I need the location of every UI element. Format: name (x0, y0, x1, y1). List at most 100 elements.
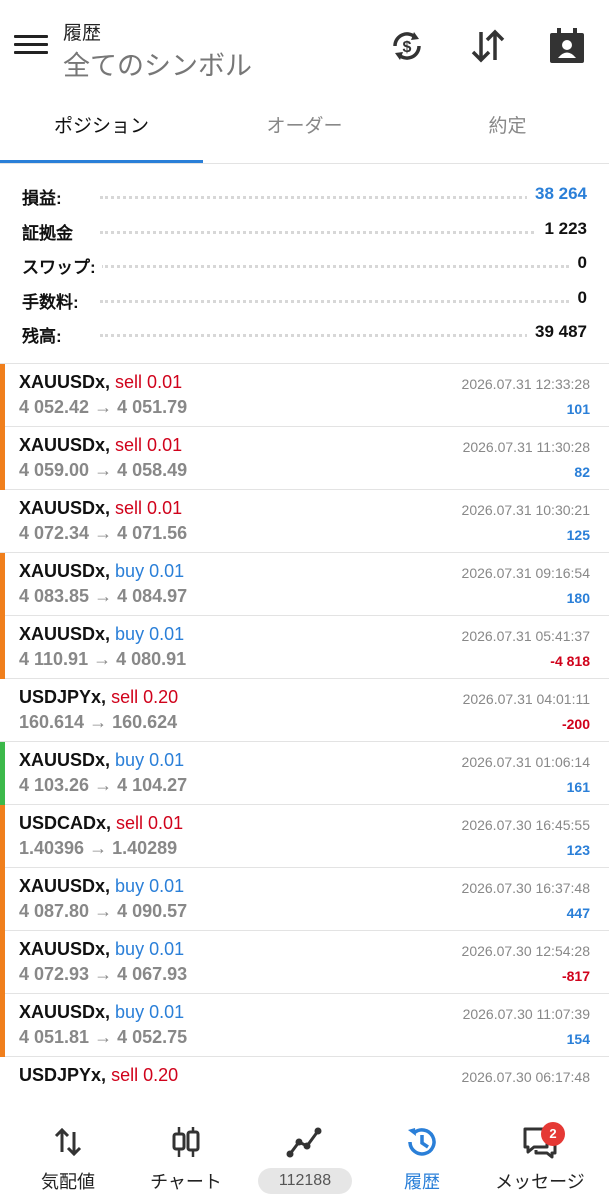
connection-status-pill: 112188 (258, 1168, 352, 1194)
price-range: 4 059.00 → 4 058.49 (19, 460, 188, 480)
summary-label: 手数料: (22, 287, 85, 313)
symbol-name: XAUUSDx, (19, 435, 111, 455)
symbol-name: USDCADx, (19, 813, 112, 833)
summary-value: 38 264 (527, 184, 587, 204)
symbol-name: XAUUSDx, (19, 750, 111, 770)
trade-side: buy 0.01 (115, 1002, 185, 1022)
summary-value: 1 223 (536, 218, 587, 239)
trade-side: buy 0.01 (115, 939, 185, 959)
symbol-name: USDJPYx, (19, 1065, 107, 1085)
symbol-filter[interactable]: 全てのシンボル (63, 44, 252, 83)
position-row[interactable]: XAUUSDx, sell 0.01 4 072.34 → 4 071.56 202… (0, 490, 609, 553)
nav-chart[interactable]: チャート (126, 1098, 246, 1200)
position-time: 2026.07.31 10:30:21 (461, 502, 590, 518)
price-range: 4 087.80 → 4 090.57 (19, 901, 188, 921)
position-profit: -4 818 (550, 653, 590, 669)
position-time: 2026.07.30 16:37:48 (461, 880, 590, 896)
position-row[interactable]: XAUUSDx, sell 0.01 4 059.00 → 4 058.49 202… (0, 427, 609, 490)
position-symbol: XAUUSDx, buy 0.01 (19, 750, 184, 771)
price-range: 1.40396 → 1.40289 (19, 838, 178, 858)
nav-quotes[interactable]: 気配値 (8, 1098, 128, 1200)
app-header: 履歴 全てのシンボル $ (0, 0, 609, 92)
dotted-leader (100, 299, 569, 303)
position-symbol: XAUUSDx, sell 0.01 (19, 435, 182, 456)
position-symbol: XAUUSDx, sell 0.01 (19, 498, 182, 519)
price-range: 4 072.34 → 4 071.56 (19, 523, 188, 543)
nav-label: 履歴 (404, 1172, 440, 1192)
position-profit: -200 (561, 716, 590, 732)
summary-value: 0 (569, 287, 587, 308)
menu-icon[interactable] (14, 30, 48, 60)
trade-side: sell 0.01 (115, 372, 183, 392)
nav-messages[interactable]: メッセージ (480, 1098, 600, 1200)
symbol-name: XAUUSDx, (19, 939, 111, 959)
symbol-name: XAUUSDx, (19, 1002, 111, 1022)
position-row[interactable]: XAUUSDx, sell 0.01 4 052.42 → 4 051.79 202… (0, 364, 609, 427)
price-range: 4 072.93 → 4 067.93 (19, 964, 188, 984)
position-time: 2026.07.30 12:54:28 (461, 943, 590, 959)
summary-label: 残高: (22, 322, 68, 347)
trade-side: sell 0.01 (115, 498, 183, 518)
position-time: 2026.07.31 09:16:54 (461, 565, 590, 581)
price-range: 4 052.42 → 4 051.79 (19, 397, 188, 417)
summary-row-profit: 損益: 38 264 (0, 180, 609, 215)
page-title: 履歴 (63, 23, 102, 44)
price-range: 4 110.91 → 4 080.91 (19, 649, 187, 669)
price-range: 4 051.81 → 4 052.75 (19, 1027, 188, 1047)
summary-label: スワップ: (22, 253, 102, 278)
positions-list[interactable]: XAUUSDx, sell 0.01 4 052.42 → 4 051.79 202… (0, 363, 609, 1098)
position-marker (0, 427, 5, 490)
symbol-name: XAUUSDx, (19, 876, 111, 896)
trade-side: buy 0.01 (115, 750, 185, 770)
trade-icon (286, 1127, 322, 1158)
messages-badge: 2 (541, 1122, 565, 1146)
position-row[interactable]: XAUUSDx, buy 0.01 4 110.91 → 4 080.91 2026… (0, 616, 609, 679)
currency-refresh-icon[interactable]: $ (387, 26, 427, 66)
nav-label: 気配値 (41, 1172, 95, 1192)
position-marker (0, 616, 5, 679)
calendar-contact-icon[interactable] (547, 26, 587, 66)
position-row[interactable]: XAUUSDx, buy 0.01 4 083.85 → 4 084.97 2026… (0, 553, 609, 616)
tab-positions[interactable]: ポジション (0, 92, 203, 162)
tab-bar: ポジション オーダー 約定 (0, 92, 609, 164)
position-row[interactable]: USDJPYx, sell 0.20 160.614 → 160.624 2026.… (0, 679, 609, 742)
trade-side: buy 0.01 (115, 624, 185, 644)
position-symbol: USDJPYx, sell 0.20 (19, 1065, 178, 1086)
position-row[interactable]: USDJPYx, sell 0.20 2026.07.30 06:17:48 (0, 1057, 609, 1098)
position-symbol: USDCADx, sell 0.01 (19, 813, 183, 834)
position-symbol: XAUUSDx, buy 0.01 (19, 876, 184, 897)
tab-deals[interactable]: 約定 (406, 92, 609, 162)
history-icon (408, 1128, 436, 1156)
position-time: 2026.07.31 12:33:28 (461, 376, 590, 392)
position-profit: 125 (566, 527, 590, 543)
position-row[interactable]: XAUUSDx, buy 0.01 4 087.80 → 4 090.57 2026… (0, 868, 609, 931)
summary-row-margin: 証拠金 1 223 (0, 215, 609, 250)
symbol-name: XAUUSDx, (19, 498, 111, 518)
trade-side: buy 0.01 (115, 876, 185, 896)
position-symbol: USDJPYx, sell 0.20 (19, 687, 178, 708)
position-row[interactable]: XAUUSDx, buy 0.01 4 103.26 → 4 104.27 2026… (0, 742, 609, 805)
position-marker (0, 994, 5, 1057)
position-row[interactable]: XAUUSDx, buy 0.01 4 051.81 → 4 052.75 2026… (0, 994, 609, 1057)
position-symbol: XAUUSDx, buy 0.01 (19, 1002, 184, 1023)
position-time: 2026.07.31 01:06:14 (461, 754, 590, 770)
trade-side: sell 0.01 (116, 813, 184, 833)
position-row[interactable]: XAUUSDx, buy 0.01 4 072.93 → 4 067.93 2026… (0, 931, 609, 994)
trade-side: buy 0.01 (115, 561, 185, 581)
position-profit: -817 (561, 968, 590, 984)
active-tab-indicator (0, 160, 203, 163)
tab-orders[interactable]: オーダー (203, 92, 406, 162)
symbol-name: USDJPYx, (19, 687, 107, 707)
trade-side: sell 0.20 (111, 1065, 179, 1085)
dotted-leader (100, 265, 569, 268)
position-marker (0, 364, 5, 427)
account-summary: 損益: 38 264 証拠金 1 223 スワップ: 0 手数料: 0 残高: … (0, 180, 609, 353)
summary-label: 損益: (22, 184, 68, 209)
position-profit: 447 (566, 905, 590, 921)
trade-side: sell 0.20 (111, 687, 179, 707)
position-row[interactable]: USDCADx, sell 0.01 1.40396 → 1.40289 2026.… (0, 805, 609, 868)
svg-text:$: $ (403, 39, 412, 56)
summary-label: 証拠金 (22, 218, 79, 244)
nav-history[interactable]: 履歴 (362, 1098, 482, 1200)
sort-icon[interactable] (468, 26, 508, 66)
